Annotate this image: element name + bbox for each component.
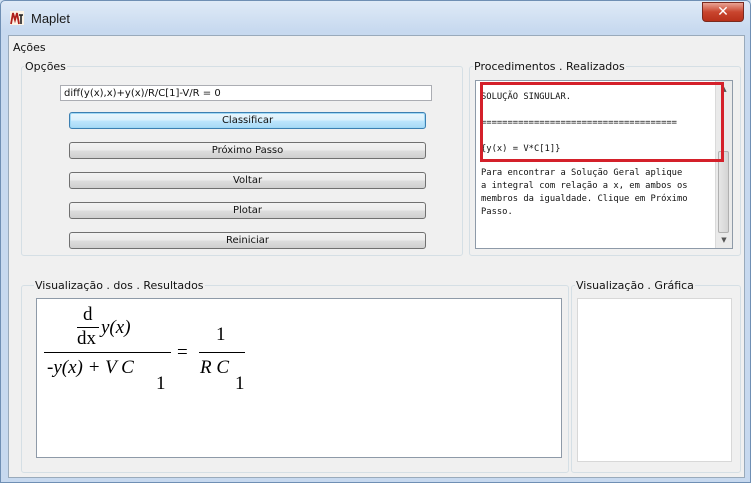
eq-equals: =	[177, 342, 188, 363]
title-bar[interactable]: Maplet ✕	[1, 1, 750, 35]
grafica-label: Visualização . Gráfica	[575, 279, 695, 292]
eq-denominator: -y(x) + V C	[47, 357, 134, 378]
eq-denominator-sub: 1	[156, 373, 166, 394]
proc-line: Passo.	[481, 207, 513, 217]
scroll-down-icon[interactable]: ▼	[716, 232, 732, 248]
eq-rhs-sub: 1	[235, 373, 245, 394]
reiniciar-button[interactable]: Reiniciar	[69, 232, 426, 249]
window-title: Maplet	[31, 11, 71, 26]
procedimentos-label: Procedimentos . Realizados	[473, 60, 626, 73]
proc-line: membros da igualdade. Clique em Próximo	[481, 194, 688, 204]
equation: d dx y(x) -y(x) + V C 1 = 1 R C 1	[37, 299, 297, 409]
expression-input[interactable]: diff(y(x),x)+y(x)/R/C[1]-V/R = 0	[60, 85, 432, 101]
proc-line: Para encontrar a Solução Geral aplique	[481, 168, 683, 178]
voltar-button[interactable]: Voltar	[69, 172, 426, 189]
proximo-passo-button[interactable]: Próximo Passo	[69, 142, 426, 159]
grafica-canvas	[577, 298, 732, 462]
main-panel: Ações Opções diff(y(x),x)+y(x)/R/C[1]-V/…	[8, 35, 745, 478]
opcoes-label: Opções	[24, 60, 67, 73]
eq-main-frac-line	[44, 352, 171, 353]
eq-d: d	[83, 304, 93, 325]
scroll-thumb[interactable]	[718, 151, 729, 233]
plotar-button[interactable]: Plotar	[69, 202, 426, 219]
resultados-display: d dx y(x) -y(x) + V C 1 = 1 R C 1	[36, 298, 562, 458]
maplet-app-icon	[10, 11, 24, 25]
highlight-box	[480, 82, 724, 162]
classificar-button[interactable]: Classificar	[69, 112, 426, 129]
eq-rhs-num: 1	[216, 324, 226, 345]
eq-rhs-den: R C	[200, 357, 230, 378]
close-button[interactable]: ✕	[702, 2, 744, 22]
proc-line: a integral com relação a x, em ambos os	[481, 181, 688, 191]
close-icon: ✕	[717, 4, 729, 20]
eq-rhs-frac-line	[199, 352, 245, 353]
eq-yx: y(x)	[101, 317, 131, 338]
menu-acoes[interactable]: Ações	[13, 41, 46, 54]
resultados-label: Visualização . dos . Resultados	[34, 279, 205, 292]
maplet-window: Maplet ✕ Ações Opções diff(y(x),x)+y(x)/…	[0, 0, 751, 483]
eq-dx: dx	[77, 328, 96, 349]
